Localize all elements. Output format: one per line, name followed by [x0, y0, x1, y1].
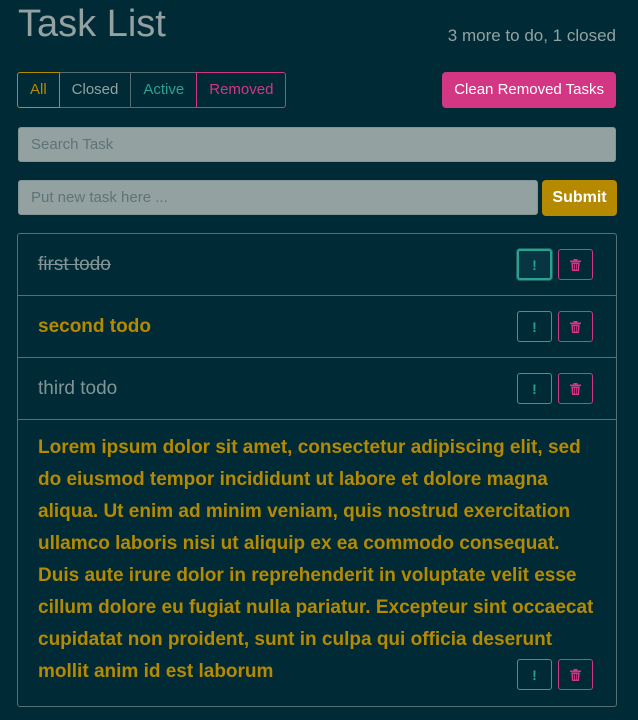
- task-list-page: Task List 3 more to do, 1 closed All Clo…: [0, 0, 638, 720]
- delete-button[interactable]: [558, 373, 593, 404]
- priority-button[interactable]: !: [517, 249, 552, 280]
- task-actions: !: [517, 373, 593, 404]
- trash-icon: [570, 382, 581, 395]
- delete-button[interactable]: [558, 659, 593, 690]
- task-text[interactable]: second todo: [38, 312, 151, 342]
- submit-button[interactable]: Submit: [542, 180, 617, 216]
- task-item: second todo !: [18, 296, 616, 358]
- clean-removed-tasks-button[interactable]: Clean Removed Tasks: [442, 72, 616, 108]
- priority-button[interactable]: !: [517, 373, 552, 404]
- new-task-input[interactable]: [18, 180, 538, 215]
- task-item: third todo !: [18, 358, 616, 420]
- filter-button-group: All Closed Active Removed: [17, 72, 287, 108]
- delete-button[interactable]: [558, 311, 593, 342]
- exclamation-icon: !: [532, 666, 537, 683]
- exclamation-icon: !: [532, 318, 537, 335]
- priority-button[interactable]: !: [517, 659, 552, 690]
- filter-active-button[interactable]: Active: [130, 72, 198, 108]
- task-item: first todo !: [18, 234, 616, 296]
- delete-button[interactable]: [558, 249, 593, 280]
- page-title: Task List: [18, 3, 166, 45]
- filter-removed-button[interactable]: Removed: [196, 72, 287, 108]
- task-text[interactable]: Lorem ipsum dolor sit amet, consectetur …: [38, 432, 598, 688]
- task-text[interactable]: first todo: [38, 250, 111, 280]
- filter-closed-button[interactable]: Closed: [58, 72, 132, 108]
- filter-all-button[interactable]: All: [17, 72, 60, 108]
- trash-icon: [570, 258, 581, 271]
- task-actions: !: [517, 249, 593, 280]
- exclamation-icon: !: [532, 380, 537, 397]
- priority-button[interactable]: !: [517, 311, 552, 342]
- task-item: Lorem ipsum dolor sit amet, consectetur …: [18, 420, 616, 706]
- trash-icon: [570, 668, 581, 681]
- task-summary: 3 more to do, 1 closed: [447, 26, 616, 45]
- exclamation-icon: !: [532, 256, 537, 273]
- task-actions: !: [517, 311, 593, 342]
- trash-icon: [570, 320, 581, 333]
- task-text[interactable]: third todo: [38, 374, 117, 404]
- search-input[interactable]: [18, 127, 616, 162]
- task-list: first todo ! second todo ! third todo ! …: [17, 233, 617, 707]
- task-actions: !: [517, 659, 593, 690]
